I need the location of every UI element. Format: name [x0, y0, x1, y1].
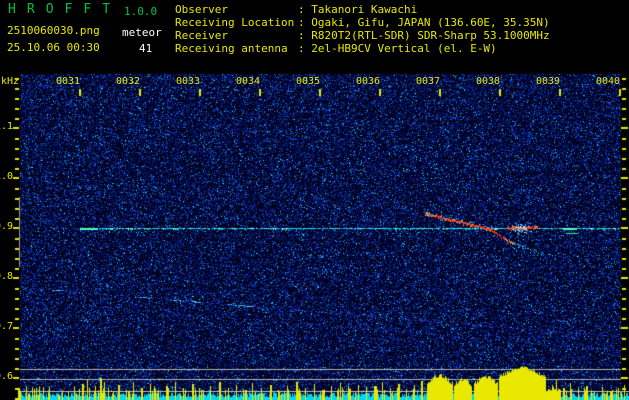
info-separator: : — [298, 42, 312, 55]
echo-count: 41 — [139, 42, 153, 55]
info-row: Receiving antenna: 2el-HB9CV Vertical (e… — [175, 42, 550, 55]
info-row: Observer: Takanori Kawachi — [175, 3, 550, 16]
info-label: Receiving antenna — [175, 42, 288, 55]
info-value: R820T2(RTL-SDR) SDR-Sharp 53.1000MHz — [311, 29, 550, 42]
info-label: Receiver — [175, 29, 228, 42]
info-value: Ogaki, Gifu, JAPAN (136.60E, 35.35N) — [311, 16, 550, 29]
hrofft-window: H R O F F T 1.0.0 2510060030.png meteor … — [0, 0, 629, 400]
info-row: Receiving Location: Ogaki, Gifu, JAPAN (… — [175, 16, 550, 29]
info-separator: : — [298, 3, 312, 16]
info-label: Receiving Location — [175, 16, 295, 29]
info-value: Takanori Kawachi — [311, 3, 418, 16]
info-row: Receiver: R820T2(RTL-SDR) SDR-Sharp 53.1… — [175, 29, 550, 42]
spectrogram-canvas — [0, 60, 629, 400]
output-filename: 2510060030.png — [7, 24, 100, 37]
station-info: Observer: Takanori Kawachi Receiving Loc… — [175, 3, 550, 55]
info-separator: : — [298, 16, 312, 29]
info-separator: : — [298, 29, 312, 42]
observation-datetime: 25.10.06 00:30 — [7, 41, 100, 54]
info-label: Observer — [175, 3, 228, 16]
app-title: H R O F F T — [8, 2, 112, 17]
app-version: 1.0.0 — [124, 5, 158, 18]
info-value: 2el-HB9CV Vertical (el. E-W) — [311, 42, 497, 55]
observation-mode: meteor — [122, 26, 162, 39]
